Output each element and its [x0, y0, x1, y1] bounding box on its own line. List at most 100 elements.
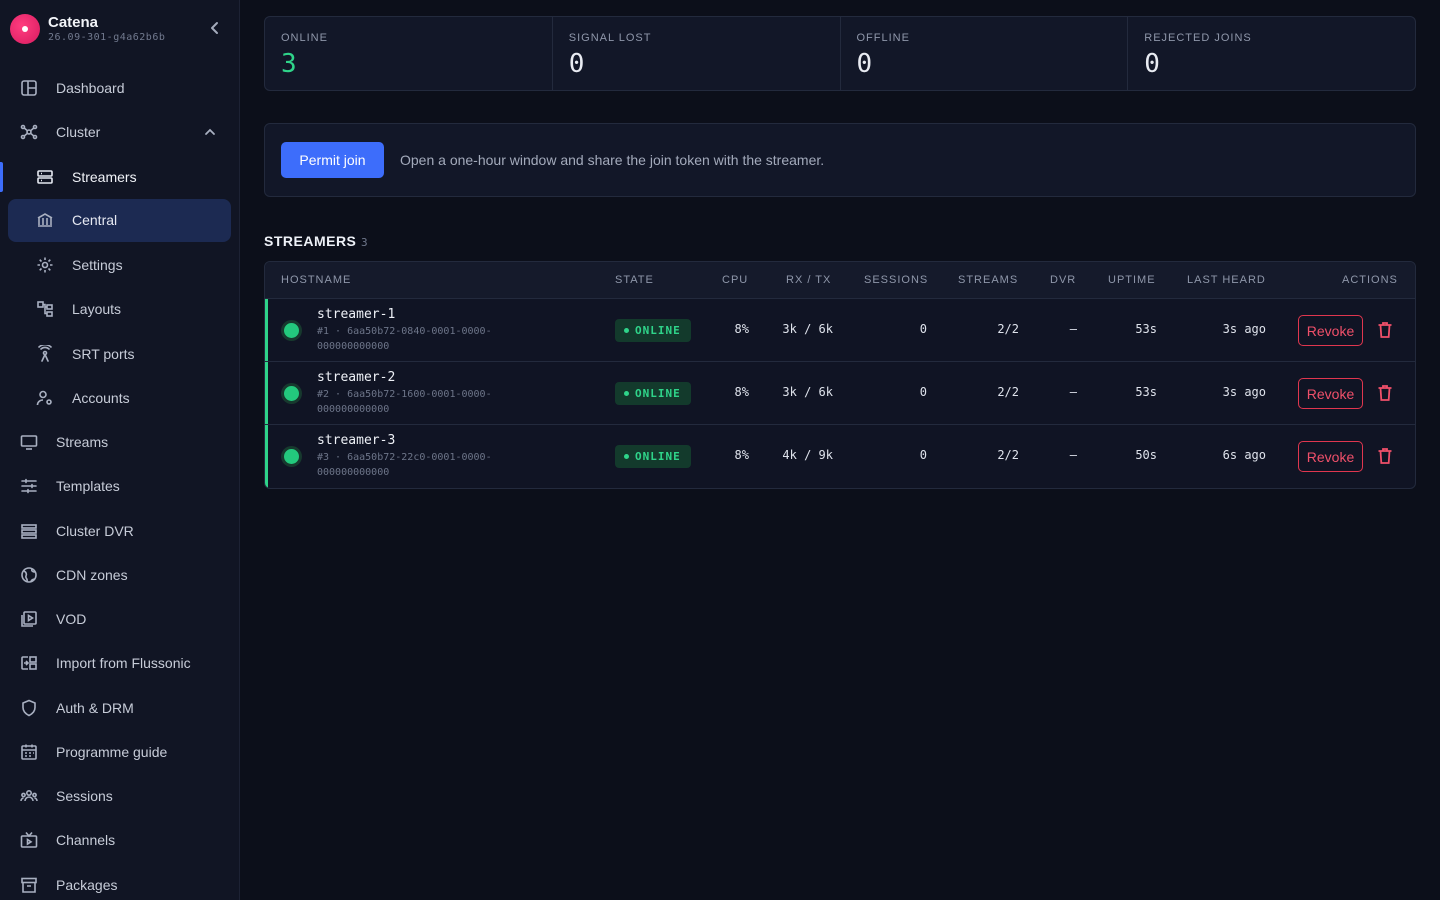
- nav-label: SRT ports: [72, 346, 135, 362]
- nav-cluster[interactable]: Cluster: [8, 111, 231, 153]
- col-uptime[interactable]: UPTIME: [1108, 274, 1156, 286]
- nav-programme-guide[interactable]: Programme guide: [8, 731, 231, 773]
- trash-icon[interactable]: [1377, 384, 1393, 402]
- monitor-icon: [20, 435, 38, 450]
- nav-vod[interactable]: VOD: [8, 598, 231, 640]
- cell-sessions: 0: [919, 448, 927, 462]
- dashboard-icon: [21, 80, 37, 96]
- nav-cdn-zones[interactable]: CDN zones: [8, 554, 231, 596]
- brand[interactable]: Catena 26.09-301-g4a62b6b: [10, 12, 230, 46]
- nav-dashboard[interactable]: Dashboard: [8, 67, 231, 109]
- col-hostname[interactable]: HOSTNAME: [281, 274, 351, 286]
- cell-streams: 2/2: [997, 448, 1019, 462]
- chevron-up-icon[interactable]: [203, 125, 217, 139]
- cell-dvr: —: [1069, 448, 1077, 462]
- status-text: ONLINE: [635, 387, 681, 400]
- trash-icon[interactable]: [1377, 321, 1393, 339]
- status-text: ONLINE: [635, 324, 681, 337]
- status-edge: [265, 362, 268, 424]
- nav-streamers[interactable]: Streamers: [8, 156, 231, 198]
- cell-rxtx: 3k / 6k: [782, 322, 833, 336]
- collapse-sidebar-icon[interactable]: [205, 18, 225, 38]
- import-icon: [21, 656, 37, 670]
- nav-label: Streamers: [72, 169, 137, 185]
- stat-online: ONLINE 3: [265, 17, 553, 90]
- video-library-icon: [21, 611, 37, 627]
- cell-streams: 2/2: [997, 385, 1019, 399]
- col-cpu[interactable]: CPU: [722, 274, 748, 286]
- col-streams[interactable]: STREAMS: [958, 274, 1018, 286]
- status-badge: ONLINE: [615, 382, 691, 405]
- status-dot-icon: [284, 323, 299, 338]
- streamer-id: #2 · 6aa50b72-1600-0001-0000-: [317, 389, 492, 400]
- nav-cluster-dvr[interactable]: Cluster DVR: [8, 510, 231, 552]
- stat-value: 3: [281, 49, 297, 79]
- table-row[interactable]: streamer-2 #2 · 6aa50b72-1600-0001-0000-…: [265, 362, 1415, 425]
- status-badge: ONLINE: [615, 319, 691, 342]
- nav-import-flussonic[interactable]: Import from Flussonic: [8, 642, 231, 684]
- nav-label: Packages: [56, 877, 118, 893]
- table-row[interactable]: streamer-3 #3 · 6aa50b72-22c0-0001-0000-…: [265, 425, 1415, 488]
- revoke-button[interactable]: Revoke: [1298, 315, 1363, 346]
- cell-uptime: 53s: [1135, 385, 1157, 399]
- stat-label: OFFLINE: [856, 32, 910, 44]
- col-dvr[interactable]: DVR: [1050, 274, 1076, 286]
- stat-label: ONLINE: [281, 32, 328, 44]
- nav-label: Cluster DVR: [56, 523, 134, 539]
- streamer-hostname[interactable]: streamer-3: [317, 433, 395, 448]
- stats-panel: ONLINE 3 SIGNAL LOST 0 OFFLINE 0 REJECTE…: [264, 16, 1416, 91]
- status-dot-icon: [284, 386, 299, 401]
- catena-logo-icon: [10, 14, 40, 44]
- streamer-id-cont: 000000000000: [317, 341, 390, 352]
- storage-list-icon: [21, 524, 37, 539]
- nav-label: Accounts: [72, 390, 130, 406]
- stat-signal-lost: SIGNAL LOST 0: [553, 17, 841, 90]
- cell-sessions: 0: [919, 385, 927, 399]
- permit-join-panel: Permit join Open a one-hour window and s…: [264, 123, 1416, 197]
- status-badge: ONLINE: [615, 445, 691, 468]
- trash-icon[interactable]: [1377, 447, 1393, 465]
- nav-templates[interactable]: Templates: [8, 465, 231, 507]
- col-rxtx[interactable]: RX / TX: [786, 274, 831, 286]
- cell-last-heard: 6s ago: [1222, 448, 1266, 462]
- cell-last-heard: 3s ago: [1222, 322, 1266, 336]
- nav-central[interactable]: Central: [8, 199, 231, 242]
- nav-label: Layouts: [72, 301, 122, 317]
- status-dot-icon: [284, 449, 299, 464]
- revoke-button[interactable]: Revoke: [1298, 378, 1363, 409]
- tv-icon: [20, 831, 38, 848]
- nav-auth-drm[interactable]: Auth & DRM: [8, 687, 231, 729]
- cell-streams: 2/2: [997, 322, 1019, 336]
- col-last-heard[interactable]: LAST HEARD: [1187, 274, 1266, 286]
- user-settings-icon: [36, 390, 52, 406]
- nav-label: Import from Flussonic: [56, 655, 191, 671]
- nav-label: VOD: [56, 611, 87, 627]
- revoke-button[interactable]: Revoke: [1298, 441, 1363, 472]
- cell-cpu: 8%: [734, 385, 749, 399]
- col-sessions[interactable]: SESSIONS: [864, 274, 928, 286]
- col-state[interactable]: STATE: [615, 274, 654, 286]
- nav-layouts[interactable]: Layouts: [8, 288, 231, 330]
- nav-accounts[interactable]: Accounts: [8, 377, 231, 419]
- cell-cpu: 8%: [734, 448, 749, 462]
- layouts-icon: [37, 301, 53, 317]
- stat-label: REJECTED JOINS: [1144, 32, 1252, 44]
- stat-label: SIGNAL LOST: [568, 32, 652, 44]
- nav-packages[interactable]: Packages: [8, 864, 231, 900]
- nav-sessions[interactable]: Sessions: [8, 775, 231, 817]
- bank-icon: [37, 213, 53, 227]
- nav-srt-ports[interactable]: SRT ports: [8, 333, 231, 375]
- streamer-hostname[interactable]: streamer-2: [317, 370, 395, 385]
- nav-streams[interactable]: Streams: [8, 421, 231, 463]
- permit-join-description: Open a one-hour window and share the joi…: [400, 152, 825, 168]
- table-row[interactable]: streamer-1 #1 · 6aa50b72-0840-0001-0000-…: [265, 299, 1415, 362]
- status-edge: [265, 425, 268, 488]
- nav-settings[interactable]: Settings: [8, 244, 231, 286]
- nav-label: Sessions: [56, 788, 113, 804]
- nav-channels[interactable]: Channels: [8, 819, 231, 861]
- cell-sessions: 0: [919, 322, 927, 336]
- permit-join-button[interactable]: Permit join: [281, 142, 384, 178]
- stat-value: 0: [856, 49, 873, 79]
- streamer-hostname[interactable]: streamer-1: [317, 307, 395, 322]
- nav-label: Cluster: [56, 124, 101, 140]
